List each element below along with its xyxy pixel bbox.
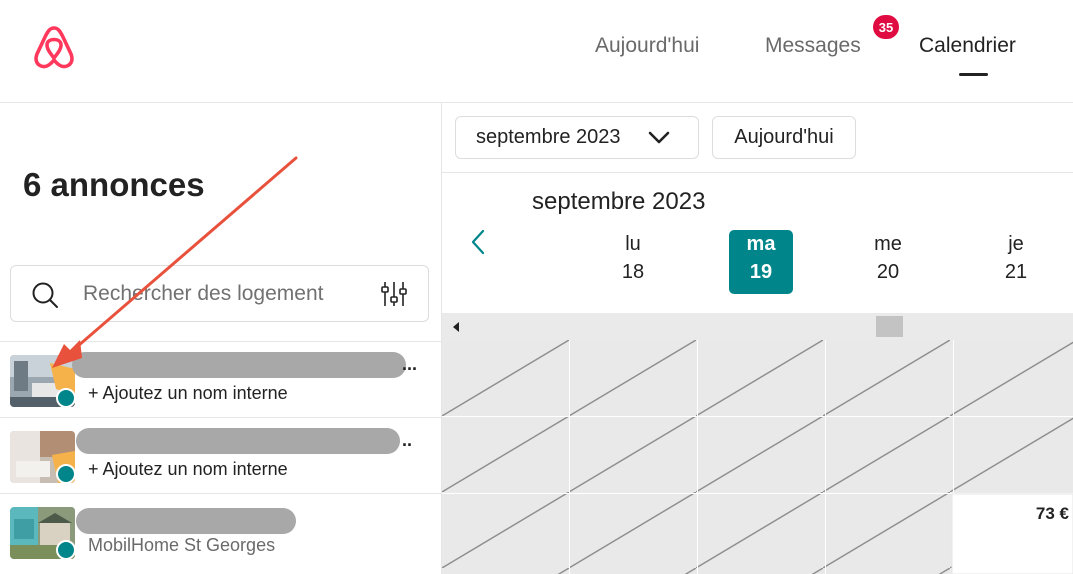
- blocked-day-cell: [442, 417, 569, 493]
- listing-status-dot: [56, 464, 76, 484]
- add-internal-name-link[interactable]: + Ajoutez un nom interne: [88, 383, 288, 404]
- search-input[interactable]: [83, 279, 373, 309]
- horizontal-scrollbar[interactable]: [442, 313, 1073, 340]
- blocked-day-cell: [826, 340, 953, 416]
- blocked-day-cell: [826, 494, 953, 574]
- day-price[interactable]: 73 €: [1036, 504, 1069, 524]
- day-of-week: ma: [746, 233, 776, 255]
- calendar-panel: septembre 2023 Aujourd'hui septembre 202…: [442, 103, 1073, 574]
- day-number: 20: [876, 261, 900, 283]
- blocked-day-cell: [442, 494, 569, 574]
- day-header-18[interactable]: lu 18: [601, 230, 665, 294]
- nav-calendar[interactable]: Calendrier: [919, 34, 1016, 58]
- more-ellipsis: ..: [402, 430, 413, 450]
- active-tab-indicator: [959, 73, 988, 76]
- add-internal-name-link[interactable]: + Ajoutez un nom interne: [88, 459, 288, 480]
- blocked-day-cell: [570, 417, 697, 493]
- blocked-day-cell: [698, 494, 825, 574]
- calendar-month-title: septembre 2023: [532, 188, 706, 215]
- redacted-listing-name: [76, 508, 296, 534]
- top-nav: Aujourd'hui Messages 35 Calendrier: [0, 0, 1073, 103]
- blocked-day-cell: [954, 417, 1073, 493]
- blocked-day-cell: [954, 340, 1073, 416]
- nav-today[interactable]: Aujourd'hui: [595, 34, 699, 58]
- month-select-dropdown[interactable]: septembre 2023: [455, 116, 699, 159]
- divider: [442, 172, 1073, 173]
- blocked-day-cell: [826, 417, 953, 493]
- nav-messages[interactable]: Messages: [765, 34, 861, 58]
- month-select-value: septembre 2023: [476, 126, 621, 148]
- listing-row[interactable]: ... + Ajoutez un nom interne: [0, 341, 442, 417]
- day-of-week: me: [874, 233, 902, 255]
- listing-status-dot: [56, 540, 76, 560]
- redacted-listing-name: [76, 428, 400, 454]
- listings-panel: 6 annonces ..: [0, 103, 442, 574]
- day-of-week: je: [1008, 233, 1024, 255]
- scroll-left-arrow-icon[interactable]: [453, 322, 459, 332]
- day-number: 21: [1004, 261, 1028, 283]
- listing-status-dot: [56, 388, 76, 408]
- day-number: 18: [621, 261, 645, 283]
- blocked-day-cell: [442, 340, 569, 416]
- day-number: 19: [749, 261, 773, 283]
- blocked-day-cell: [698, 417, 825, 493]
- chevron-left-icon[interactable]: [470, 229, 486, 255]
- day-header-21[interactable]: je 21: [984, 230, 1048, 294]
- listing-search-box[interactable]: [10, 265, 429, 322]
- day-header-19-today[interactable]: ma 19: [729, 230, 793, 294]
- airbnb-logo[interactable]: [28, 22, 80, 74]
- listing-row[interactable]: MobilHome St Georges: [0, 493, 442, 569]
- search-icon: [32, 282, 58, 308]
- scrollbar-thumb[interactable]: [876, 316, 903, 337]
- messages-badge: 35: [873, 15, 899, 39]
- day-header-20[interactable]: me 20: [856, 230, 920, 294]
- blocked-day-cell: [698, 340, 825, 416]
- day-of-week: lu: [625, 233, 641, 255]
- chevron-down-icon: [648, 131, 670, 144]
- listing-row[interactable]: .. + Ajoutez un nom interne: [0, 417, 442, 493]
- filter-sliders-icon[interactable]: [379, 279, 409, 309]
- listings-count-title: 6 annonces: [23, 166, 205, 203]
- blocked-day-cell: [570, 340, 697, 416]
- internal-name: MobilHome St Georges: [88, 535, 276, 555]
- more-ellipsis: ...: [402, 354, 418, 374]
- redacted-listing-name: [72, 352, 406, 378]
- calendar-grid[interactable]: [442, 340, 1073, 574]
- blocked-day-cell: [570, 494, 697, 574]
- today-button[interactable]: Aujourd'hui: [712, 116, 856, 159]
